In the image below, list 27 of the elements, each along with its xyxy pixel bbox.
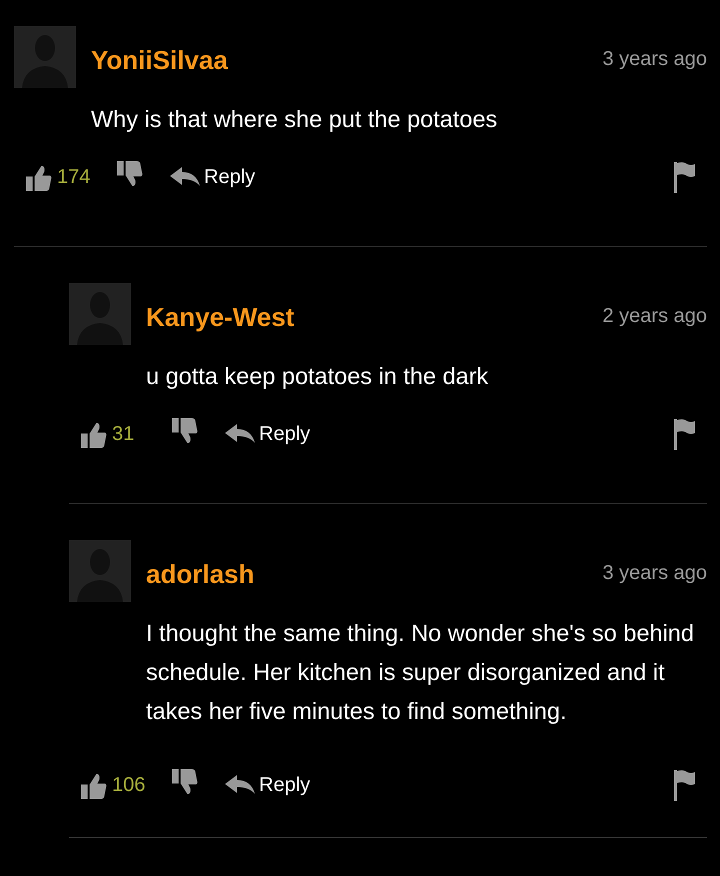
avatar-silhouette-icon — [69, 283, 131, 345]
username[interactable]: YoniiSilvaa — [91, 44, 228, 76]
thumbs-down-icon[interactable] — [115, 160, 144, 188]
flag-icon[interactable] — [673, 769, 695, 801]
reply-button[interactable]: Reply — [225, 774, 310, 796]
reply-arrow-icon — [225, 774, 255, 796]
timestamp: 2 years ago — [602, 305, 707, 328]
flag-icon[interactable] — [673, 418, 695, 450]
thumbs-down-icon[interactable] — [170, 768, 199, 796]
reply-arrow-icon — [225, 423, 255, 445]
reply-arrow-icon — [170, 166, 200, 188]
thumbs-down-icon[interactable] — [170, 416, 199, 446]
reply-button[interactable]: Reply — [170, 166, 256, 188]
comment-text: Why is that where she put the potatoes — [91, 105, 498, 134]
avatar-silhouette-icon — [14, 26, 76, 88]
like-count: 174 — [57, 166, 91, 188]
reply-button[interactable]: Reply — [225, 422, 310, 446]
username[interactable]: Kanye-West — [146, 302, 294, 332]
like-count: 106 — [112, 774, 146, 796]
timestamp: 3 years ago — [602, 48, 707, 71]
comment-text: I thought the same thing. No wonder she's so behind schedule. Her kitchen is super disorganized and it takes her five minutes to find something. — [146, 619, 695, 726]
comment-text: u gotta keep potatoes in the dark — [146, 362, 490, 391]
avatar-silhouette-icon — [69, 540, 131, 602]
timestamp: 3 years ago — [602, 562, 707, 585]
flag-icon[interactable] — [673, 161, 695, 193]
like-count: 31 — [112, 422, 136, 446]
username[interactable]: adorlash — [146, 558, 254, 590]
